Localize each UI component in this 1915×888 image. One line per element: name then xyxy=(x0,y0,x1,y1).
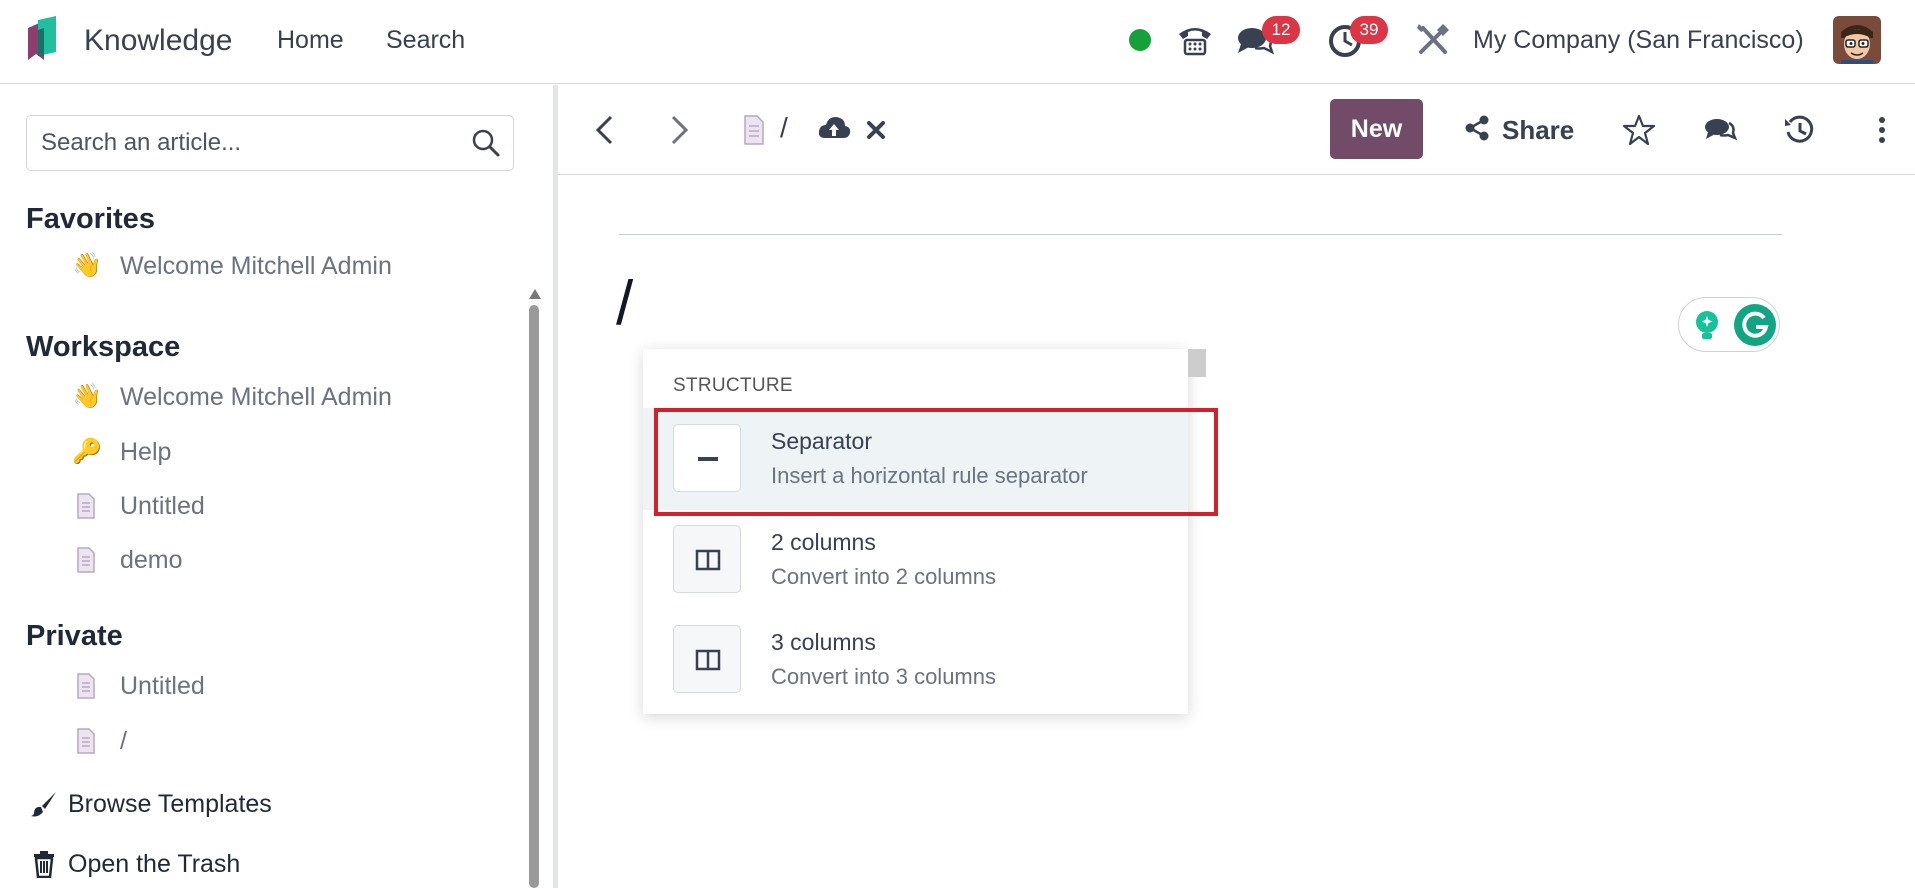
workspace-item-label: demo xyxy=(120,546,183,574)
nav-home[interactable]: Home xyxy=(277,26,344,55)
share-button[interactable]: Share xyxy=(1454,99,1594,159)
command-title: 2 columns xyxy=(771,529,876,555)
palette-scrollbar[interactable] xyxy=(1188,349,1206,377)
waving-hand-icon: 👋 xyxy=(72,383,102,410)
article-toolbar: / New Share xyxy=(558,85,1915,175)
powerbox-command-palette: STRUCTURE Separator Insert a horizontal … xyxy=(643,349,1188,714)
share-label: Share xyxy=(1502,115,1575,145)
private-item-slash[interactable]: / xyxy=(72,723,512,759)
search-icon[interactable] xyxy=(471,128,501,158)
command-description: Convert into 2 columns xyxy=(771,564,996,589)
workspace-item-demo[interactable]: demo xyxy=(72,542,512,578)
workspace-item-untitled[interactable]: Untitled xyxy=(72,488,512,524)
activities-badge: 39 xyxy=(1350,16,1388,44)
sidebar-resize-handle[interactable] xyxy=(553,85,558,888)
messages-badge: 12 xyxy=(1262,16,1300,44)
private-item-untitled[interactable]: Untitled xyxy=(72,668,512,704)
workspace-item-label: Untitled xyxy=(120,492,205,520)
back-arrow-icon[interactable] xyxy=(588,112,624,148)
command-icon-box xyxy=(673,525,741,593)
open-trash-label: Open the Trash xyxy=(68,850,241,878)
workspace-item-label: Welcome Mitchell Admin xyxy=(120,383,392,411)
separator-highlight-annotation xyxy=(654,408,1218,516)
breadcrumb-document-icon xyxy=(744,115,764,145)
browse-templates-link[interactable]: Browse Templates xyxy=(30,786,430,822)
trash-icon xyxy=(34,851,54,878)
more-options-icon[interactable] xyxy=(1864,112,1900,148)
workspace-item-help[interactable]: 🔑 Help xyxy=(72,434,512,470)
company-switcher[interactable]: My Company (San Francisco) xyxy=(1473,26,1804,55)
grammarly-g-icon[interactable] xyxy=(1733,303,1777,347)
favorite-star-icon[interactable] xyxy=(1621,112,1657,148)
sidebar-scrollbar[interactable] xyxy=(527,205,541,888)
command-2-columns[interactable]: 2 columns Convert into 2 columns xyxy=(643,509,1188,611)
key-icon: 🔑 xyxy=(72,438,102,465)
share-icon xyxy=(1465,115,1489,141)
private-item-label: Untitled xyxy=(120,672,205,700)
cloud-upload-save-icon[interactable] xyxy=(816,110,852,146)
palette-category-label: STRUCTURE xyxy=(673,375,793,396)
columns-icon xyxy=(695,549,721,571)
nav-search[interactable]: Search xyxy=(386,26,465,55)
breadcrumb-article-title[interactable]: / xyxy=(780,112,788,144)
knowledge-sidebar: Favorites 👋 Welcome Mitchell Admin Works… xyxy=(0,85,554,888)
browse-templates-label: Browse Templates xyxy=(68,790,272,818)
lightbulb-icon[interactable] xyxy=(1689,307,1725,343)
command-title: 3 columns xyxy=(771,629,876,655)
private-item-label: / xyxy=(120,727,127,755)
discard-close-icon[interactable] xyxy=(858,112,894,148)
editor-horizontal-rule xyxy=(619,234,1782,235)
history-icon[interactable] xyxy=(1782,112,1818,148)
document-icon xyxy=(77,728,95,754)
top-navbar: Knowledge Home Search 12 39 My Company (… xyxy=(0,0,1915,84)
favorite-item-welcome[interactable]: 👋 Welcome Mitchell Admin xyxy=(72,248,512,284)
sidebar-scroll-thumb[interactable] xyxy=(529,305,539,888)
phone-icon[interactable] xyxy=(1175,20,1215,60)
favorites-section-title: Favorites xyxy=(26,203,155,235)
paintbrush-icon xyxy=(31,792,56,817)
article-search-input[interactable] xyxy=(41,128,461,158)
open-trash-link[interactable]: Open the Trash xyxy=(30,846,430,882)
document-icon xyxy=(77,673,95,699)
grammarly-widget[interactable] xyxy=(1678,297,1780,352)
article-search-box[interactable] xyxy=(26,115,514,171)
forward-arrow-icon[interactable] xyxy=(660,112,696,148)
columns-icon xyxy=(695,649,721,671)
command-3-columns[interactable]: 3 columns Convert into 3 columns xyxy=(643,609,1188,711)
workspace-section-title: Workspace xyxy=(26,331,181,363)
comments-icon[interactable] xyxy=(1702,112,1738,148)
document-icon xyxy=(77,493,95,519)
private-section-title: Private xyxy=(26,620,123,652)
workspace-item-label: Help xyxy=(120,438,172,466)
app-name: Knowledge xyxy=(84,24,233,57)
favorite-item-label: Welcome Mitchell Admin xyxy=(120,252,392,280)
editor-content-text[interactable]: / xyxy=(616,268,633,339)
workspace-item-welcome[interactable]: 👋 Welcome Mitchell Admin xyxy=(72,379,512,415)
knowledge-app-logo-icon[interactable] xyxy=(26,16,62,66)
new-article-button[interactable]: New xyxy=(1330,99,1423,159)
settings-tools-icon[interactable] xyxy=(1413,20,1453,60)
command-description: Convert into 3 columns xyxy=(771,664,996,689)
scroll-up-arrow-icon[interactable] xyxy=(529,289,541,299)
presence-status-dot xyxy=(1129,29,1151,51)
user-avatar[interactable] xyxy=(1833,16,1881,64)
document-icon xyxy=(77,547,95,573)
waving-hand-icon: 👋 xyxy=(72,252,102,279)
command-icon-box xyxy=(673,625,741,693)
